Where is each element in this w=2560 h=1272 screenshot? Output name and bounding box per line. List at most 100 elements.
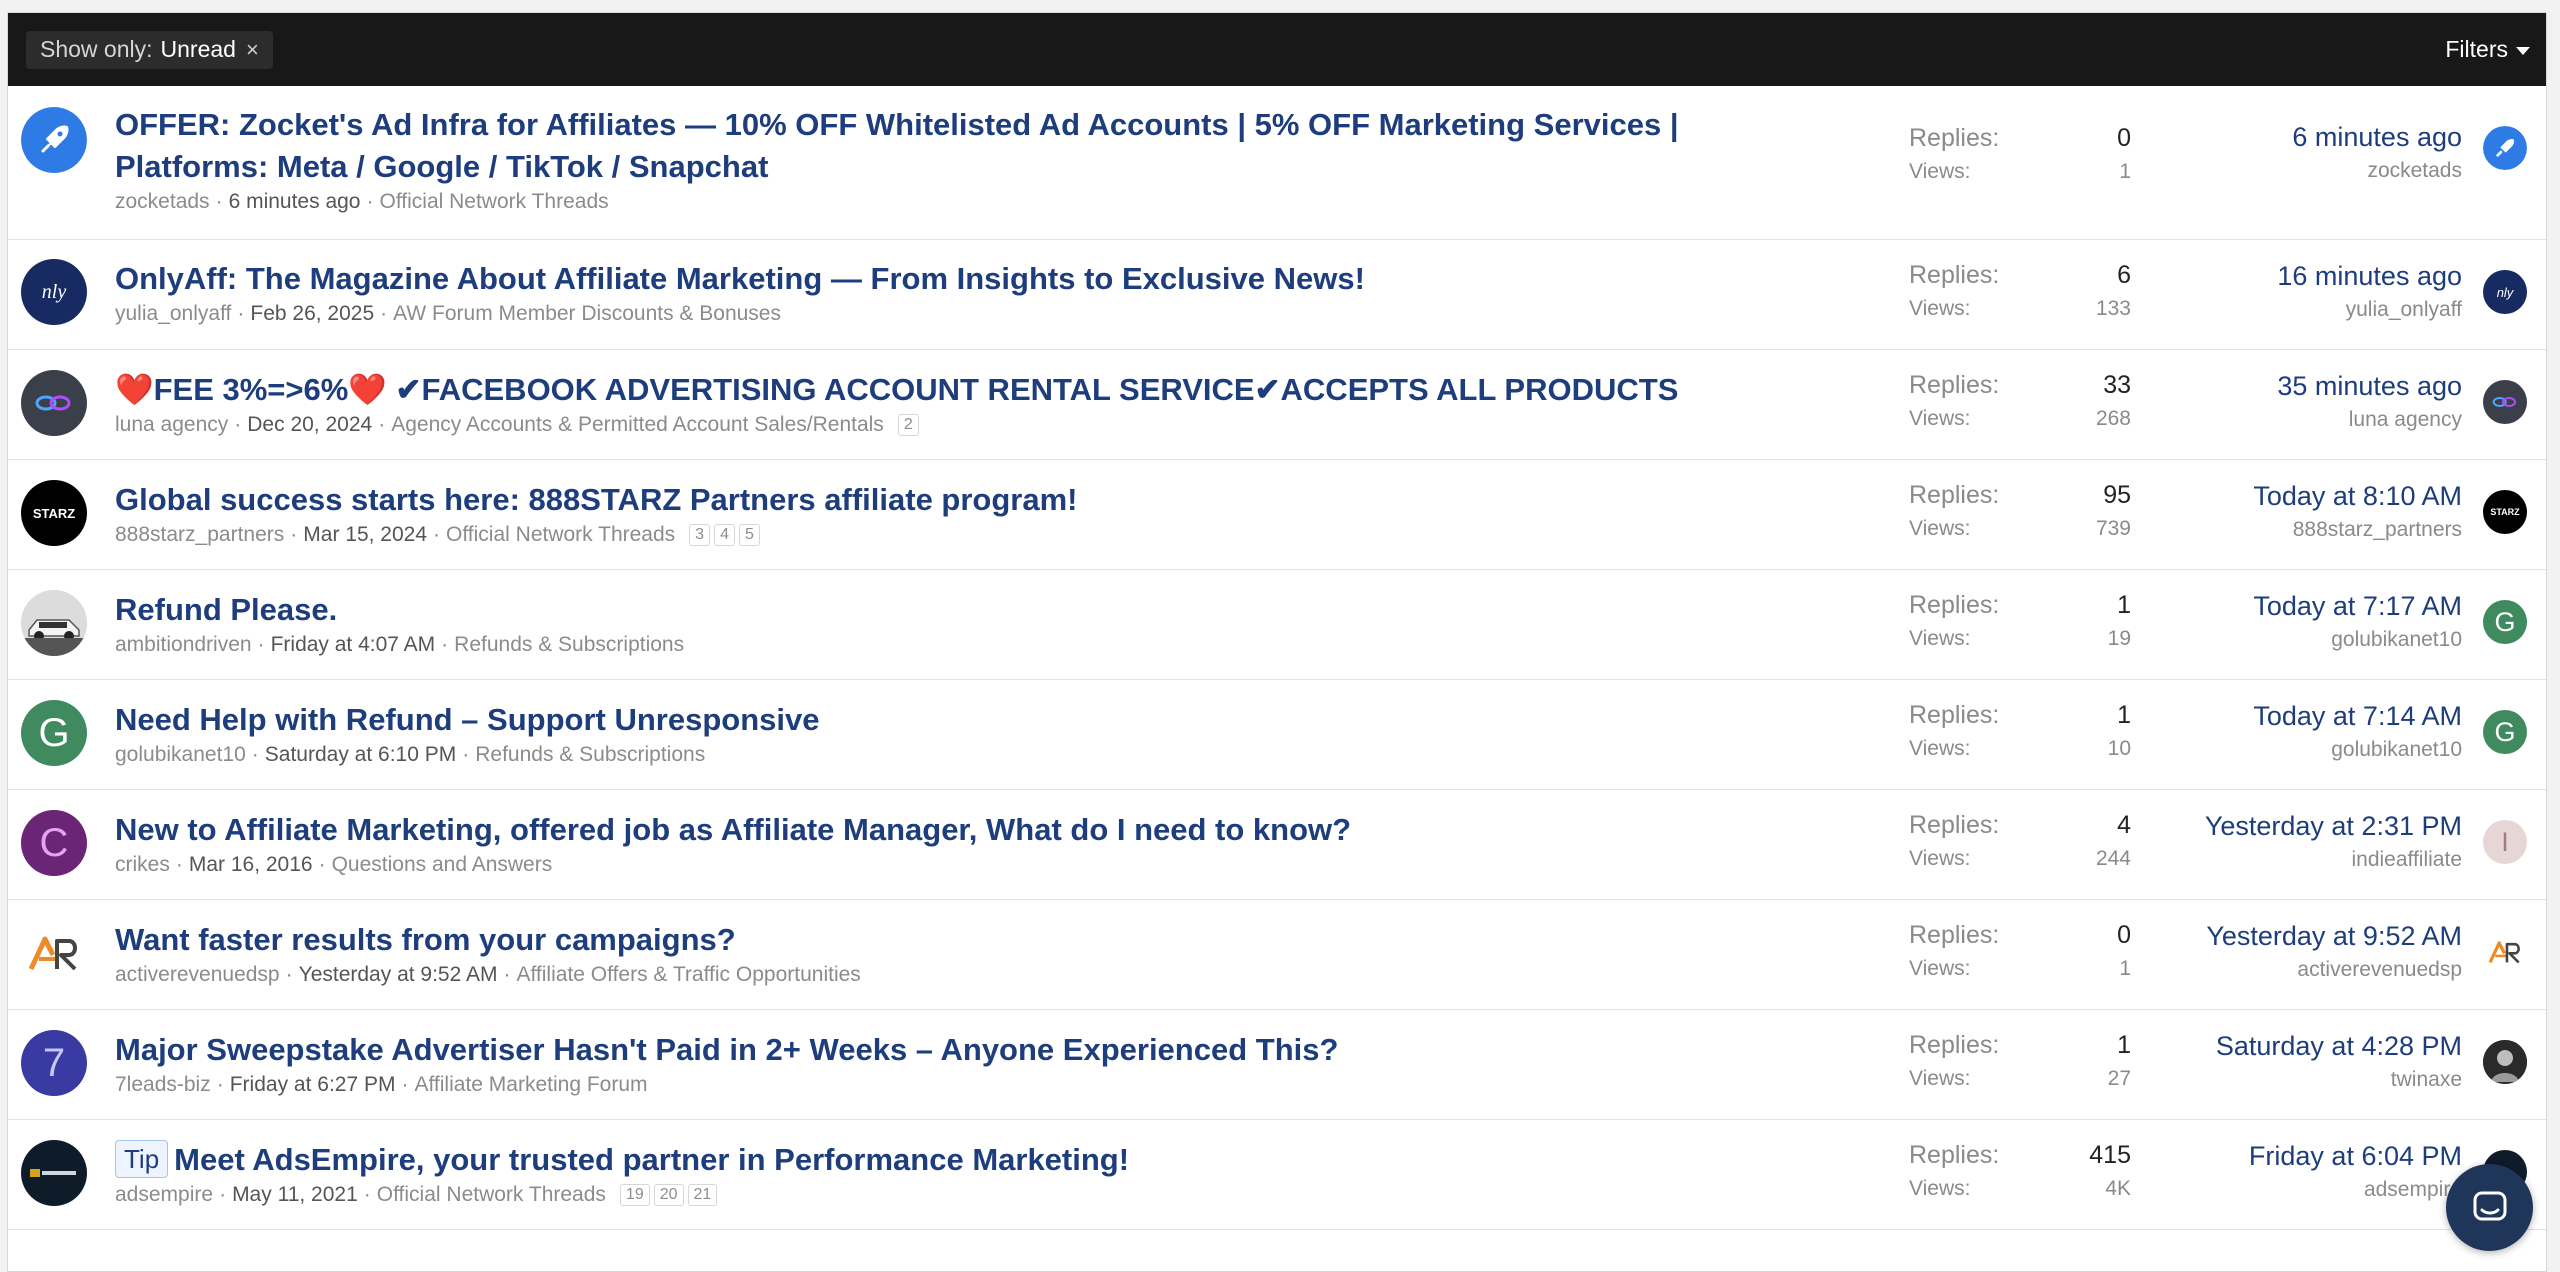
tip-prefix-label[interactable]: Tip [115,1140,169,1178]
user-avatar-letter[interactable]: 7 [21,1030,87,1096]
onlyaff-logo-icon[interactable]: nly [21,259,87,325]
page-link[interactable]: 21 [687,1184,718,1206]
user-avatar-letter[interactable]: G [21,700,87,766]
thread-author[interactable]: crikes [115,853,170,877]
thread-author[interactable]: 7leads-biz [115,1073,211,1097]
thread-meta: activerevenuedsp · Yesterday at 9:52 AM · … [115,963,861,987]
user-avatar-letter[interactable]: I [2483,820,2527,864]
thread-title[interactable]: Global success starts here: 888STARZ Par… [115,479,1826,521]
luna-logo-icon[interactable] [2483,380,2527,424]
last-post-user[interactable]: indieaffiliate [2205,848,2462,872]
last-post-user[interactable]: 888starz_partners [2253,518,2462,542]
page-link[interactable]: 4 [714,524,735,546]
activerevenue-logo-icon[interactable] [21,920,87,986]
activerevenue-logo-icon[interactable] [2483,930,2527,974]
views-count: 27 [2107,1067,2131,1090]
thread-date[interactable]: Mar 15, 2024 [303,523,427,547]
luna-logo-icon[interactable] [21,370,87,436]
last-post-time[interactable]: Saturday at 4:28 PM [2216,1031,2462,1062]
thread-date[interactable]: Feb 26, 2025 [250,302,374,326]
user-avatar-letter[interactable]: G [2483,710,2527,754]
views-count: 1 [2119,160,2131,183]
thread-date[interactable]: Friday at 6:27 PM [230,1073,396,1097]
last-post-time[interactable]: Today at 7:14 AM [2253,701,2462,732]
last-post-user[interactable]: zocketads [2292,159,2462,183]
thread-author[interactable]: adsempire [115,1183,213,1207]
thread-date[interactable]: Saturday at 6:10 PM [265,743,456,767]
page-link[interactable]: 19 [619,1184,650,1206]
thread-title[interactable]: OnlyAff: The Magazine About Affiliate Ma… [115,258,1826,300]
thread-title[interactable]: Need Help with Refund – Support Unrespon… [115,699,1826,741]
thread-forum[interactable]: Questions and Answers [332,853,553,877]
page-link[interactable]: 3 [689,524,711,546]
user-photo-avatar[interactable] [2483,1040,2527,1084]
thread-title[interactable]: Major Sweepstake Advertiser Hasn't Paid … [115,1029,1826,1071]
thread-stats: Replies: 1 Views: 27 [1909,1031,2131,1091]
thread-forum[interactable]: Official Network Threads [446,523,675,547]
last-post-time[interactable]: Yesterday at 2:31 PM [2205,811,2462,842]
thread-title[interactable]: Refund Please. [115,589,1826,631]
last-post-time[interactable]: Today at 7:17 AM [2253,591,2462,622]
thread-main: New to Affiliate Marketing, offered job … [115,809,1826,877]
thread-title[interactable]: New to Affiliate Marketing, offered job … [115,809,1826,851]
888starz-logo-icon[interactable]: STARZ [2483,490,2527,534]
rocket-icon[interactable] [2483,126,2527,170]
adsempire-logo-icon[interactable] [21,1140,87,1206]
thread-date[interactable]: Dec 20, 2024 [247,413,372,437]
thread-date[interactable]: Mar 16, 2016 [189,853,313,877]
last-post-time[interactable]: Friday at 6:04 PM [2249,1141,2462,1172]
last-post-user[interactable]: golubikanet10 [2253,738,2462,762]
onlyaff-logo-icon[interactable]: nly [2483,270,2527,314]
close-icon[interactable]: × [246,37,259,63]
views-count: 19 [2107,627,2131,650]
user-avatar-letter[interactable]: G [2483,600,2527,644]
filter-chip-label: Show only: [40,36,153,62]
user-avatar-letter[interactable]: C [21,810,87,876]
rocket-icon[interactable] [21,107,87,173]
thread-author[interactable]: ambitiondriven [115,633,252,657]
thread-date[interactable]: 6 minutes ago [229,190,361,214]
chat-bubble-icon[interactable] [2446,1164,2533,1251]
filter-chip-unread[interactable]: Show only: Unread × [26,30,273,69]
thread-title[interactable]: ❤️FEE 3%=>6%❤️ ✔FACEBOOK ADVERTISING ACC… [115,369,1826,411]
thread-author[interactable]: luna agency [115,413,228,437]
thread-author[interactable]: activerevenuedsp [115,963,280,987]
page-link[interactable]: 20 [653,1184,684,1206]
last-post-user[interactable]: yulia_onlyaff [2277,298,2462,322]
last-post-time[interactable]: Yesterday at 9:52 AM [2206,921,2462,952]
thread-author[interactable]: zocketads [115,190,210,214]
filters-button[interactable]: Filters [2445,36,2530,63]
thread-date[interactable]: May 11, 2021 [232,1183,358,1207]
thread-title[interactable]: Want faster results from your campaigns? [115,919,1826,961]
thread-author[interactable]: yulia_onlyaff [115,302,231,326]
page-link[interactable]: 5 [738,524,760,546]
thread-forum[interactable]: Affiliate Marketing Forum [414,1073,647,1097]
thread-date[interactable]: Yesterday at 9:52 AM [299,963,498,987]
thread-author[interactable]: 888starz_partners [115,523,284,547]
888starz-logo-icon[interactable]: STARZ [21,480,87,546]
page-link[interactable]: 2 [897,414,919,436]
thread-forum[interactable]: Official Network Threads [379,190,608,214]
thread-date[interactable]: Friday at 4:07 AM [271,633,436,657]
last-post-time[interactable]: 6 minutes ago [2292,122,2462,153]
last-post-time[interactable]: 35 minutes ago [2277,371,2462,402]
last-post-user[interactable]: golubikanet10 [2253,628,2462,652]
last-post-user[interactable]: luna agency [2277,408,2462,432]
thread-forum[interactable]: Refunds & Subscriptions [475,743,705,767]
last-post-time[interactable]: Today at 8:10 AM [2253,481,2462,512]
thread-title[interactable]: OFFER: Zocket's Ad Infra for Affiliates … [115,104,1826,188]
thread-forum[interactable]: Refunds & Subscriptions [454,633,684,657]
last-post-time[interactable]: 16 minutes ago [2277,261,2462,292]
replies-label: Replies: [1909,371,2000,399]
thread-forum[interactable]: Affiliate Offers & Traffic Opportunities [516,963,860,987]
last-post-user[interactable]: activerevenuedsp [2206,958,2462,982]
thread-author[interactable]: golubikanet10 [115,743,246,767]
thread-forum[interactable]: AW Forum Member Discounts & Bonuses [393,302,781,326]
last-post-user[interactable]: adsempire [2249,1178,2462,1202]
thread-forum[interactable]: Official Network Threads [377,1183,606,1207]
thread-forum[interactable]: Agency Accounts & Permitted Account Sale… [391,413,884,437]
thread-title[interactable]: Tip Meet AdsEmpire, your trusted partner … [115,1139,1826,1181]
last-post-user[interactable]: twinaxe [2216,1068,2462,1092]
thread-meta: 7leads-biz · Friday at 6:27 PM · Affiliate… [115,1073,648,1097]
car-photo-icon[interactable] [21,590,87,656]
